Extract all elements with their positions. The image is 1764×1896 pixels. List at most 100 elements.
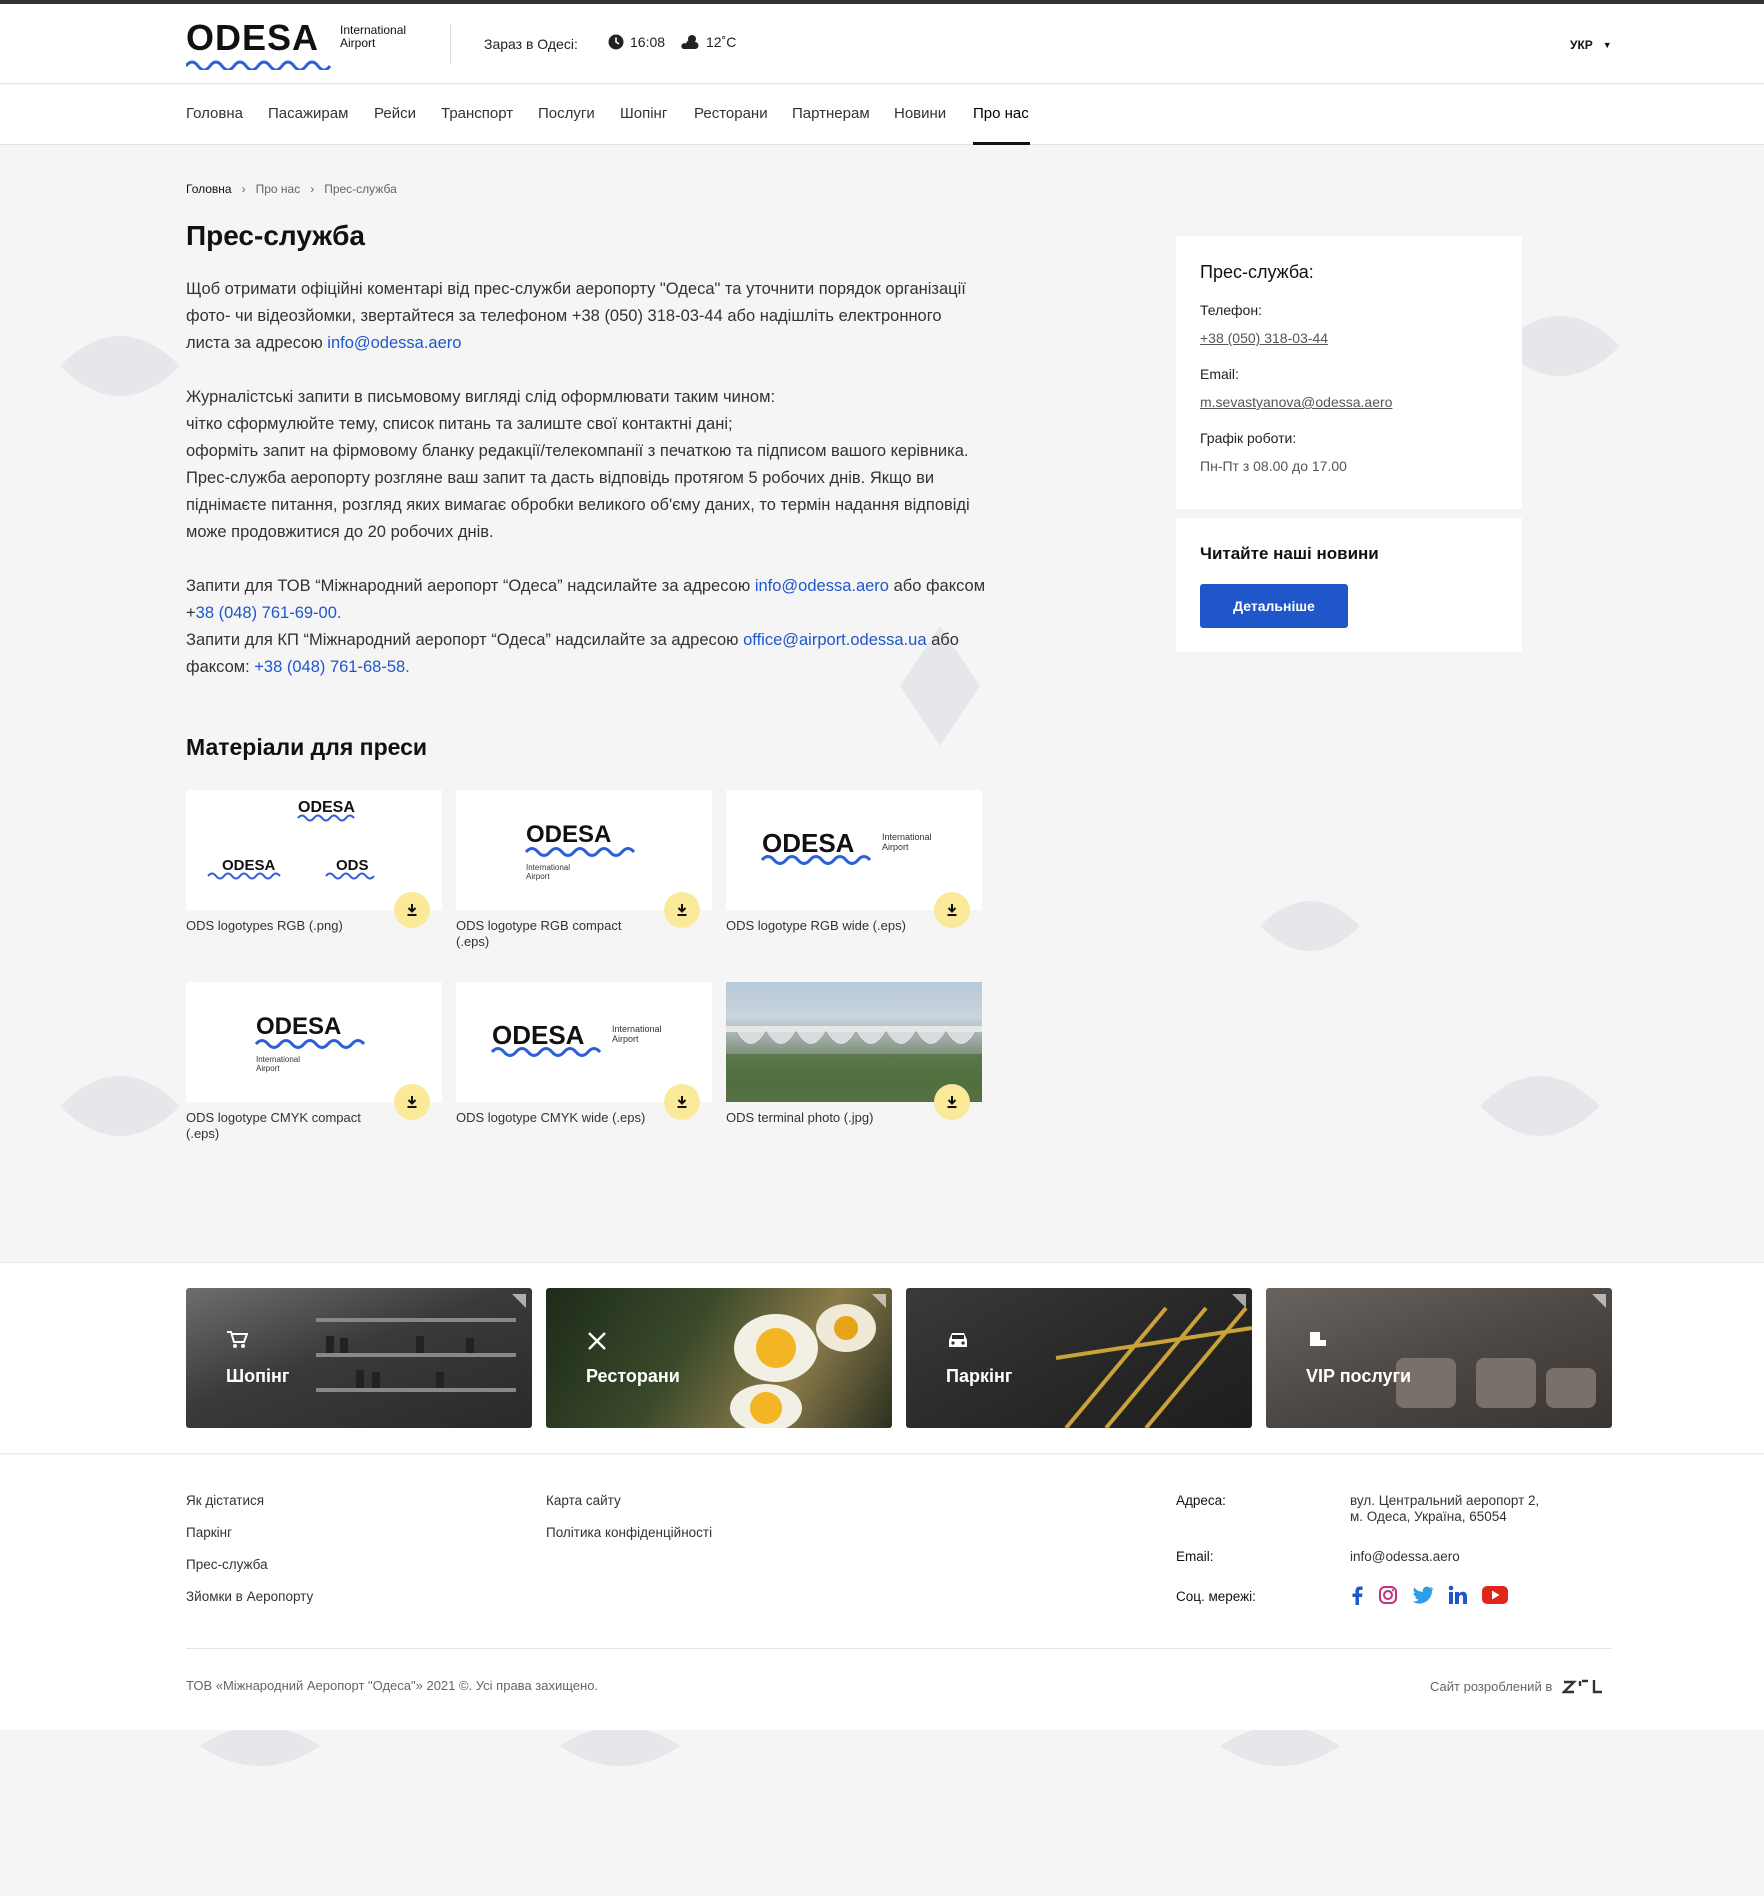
svg-text:International: International bbox=[526, 863, 570, 872]
page-title: Прес-служба bbox=[186, 220, 365, 251]
nav-item-transport[interactable]: Транспорт bbox=[441, 105, 513, 122]
nav-active-indicator bbox=[973, 142, 1030, 145]
breadcrumb-about[interactable]: Про нас bbox=[256, 182, 301, 196]
promo-label: Ресторани bbox=[586, 1366, 680, 1386]
chevron-right-icon: › bbox=[310, 182, 315, 196]
odesa-logo[interactable]: ODESA International Airport bbox=[186, 18, 426, 72]
nav-item-about[interactable]: Про нас bbox=[973, 105, 1029, 122]
chevron-down-icon: ▼ bbox=[1602, 40, 1612, 50]
download-icon[interactable] bbox=[394, 1084, 430, 1120]
logo-wordmark: ODESA bbox=[186, 17, 320, 58]
download-icon[interactable] bbox=[664, 892, 700, 928]
material-label: ODS logotype CMYK wide (.eps) bbox=[456, 1110, 646, 1125]
svg-text:ODESA: ODESA bbox=[526, 821, 611, 848]
car-icon bbox=[949, 1333, 967, 1347]
svg-text:ODESA: ODESA bbox=[762, 828, 855, 858]
svg-text:International: International bbox=[882, 832, 932, 842]
nav-item-restaurants[interactable]: Ресторани bbox=[694, 105, 768, 122]
intro-paragraph: Щоб отримати офіційні коментарі від прес… bbox=[186, 280, 966, 352]
material-thumbnail: ODESA International Airport bbox=[456, 790, 712, 910]
download-icon[interactable] bbox=[934, 892, 970, 928]
material-card[interactable]: ODESA International Airport ODS logotype… bbox=[456, 790, 712, 950]
footer: Як дістатися Паркінг Прес-служба Зйомки … bbox=[0, 1455, 1764, 1730]
nav-item-passengers[interactable]: Пасажирам bbox=[268, 105, 348, 122]
kp-email-link[interactable]: office@airport.odessa.ua bbox=[743, 631, 926, 649]
svg-text:ODESA: ODESA bbox=[298, 799, 355, 816]
nav-item-shopping[interactable]: Шопінг bbox=[620, 105, 667, 122]
material-card[interactable]: ODESA ODESA ODS ODS logotypes RGB (.png) bbox=[186, 790, 442, 934]
material-card[interactable]: ODESA International Airport ODS logotype… bbox=[186, 982, 442, 1142]
cart-icon bbox=[227, 1331, 248, 1348]
nav-item-partners[interactable]: Партнерам bbox=[792, 105, 870, 122]
email-link[interactable]: m.sevastyanova@odessa.aero bbox=[1200, 394, 1392, 410]
logo-compact-preview: ODESA International Airport bbox=[524, 821, 636, 881]
material-thumbnail: ODESA International Airport bbox=[456, 982, 712, 1102]
social-label: Соц. мережі: bbox=[1176, 1589, 1256, 1604]
promo-parking[interactable]: Паркінг bbox=[906, 1288, 1252, 1428]
vip-seat-icon bbox=[1310, 1332, 1326, 1346]
download-icon[interactable] bbox=[934, 1084, 970, 1120]
nav-item-news[interactable]: Новини bbox=[894, 105, 946, 122]
material-card[interactable]: ODESA International Airport ODS logotype… bbox=[726, 790, 982, 934]
tov-email-link[interactable]: info@odessa.aero bbox=[755, 577, 889, 595]
download-icon[interactable] bbox=[394, 892, 430, 928]
nav-item-home[interactable]: Головна bbox=[186, 105, 243, 122]
hours-value: Пн-Пт з 08.00 до 17.00 bbox=[1200, 458, 1347, 474]
svg-text:International: International bbox=[612, 1024, 662, 1034]
promo-band: Шопінг Ресторани Паркінг VIP послуги bbox=[0, 1262, 1764, 1454]
language-selector[interactable]: УКР ▼ bbox=[1570, 38, 1612, 52]
developer-credit[interactable]: Сайт розроблений в bbox=[1430, 1678, 1604, 1694]
instagram-icon[interactable] bbox=[1378, 1585, 1398, 1605]
promo-vip[interactable]: VIP послуги bbox=[1266, 1288, 1612, 1428]
info-email-link[interactable]: info@odessa.aero bbox=[327, 334, 461, 352]
breadcrumb: Головна › Про нас › Прес-служба bbox=[186, 182, 397, 196]
kp-fax-link[interactable]: +38 (048) 761-68-58. bbox=[254, 658, 410, 676]
material-label: ODS logotype CMYK compact (.eps) bbox=[186, 1110, 361, 1141]
material-label: ODS logotype RGB compact (.eps) bbox=[456, 918, 622, 949]
footer-link-sitemap[interactable]: Карта сайту bbox=[546, 1493, 621, 1508]
promo-restaurants[interactable]: Ресторани bbox=[546, 1288, 892, 1428]
svg-text:ODS: ODS bbox=[336, 857, 369, 874]
breadcrumb-home[interactable]: Головна bbox=[186, 182, 232, 196]
footer-email-link[interactable]: info@odessa.aero bbox=[1350, 1549, 1460, 1565]
material-card[interactable]: ODS terminal photo (.jpg) bbox=[726, 982, 982, 1126]
footer-link-filming[interactable]: Зйомки в Аеропорту bbox=[186, 1589, 313, 1604]
footer-divider bbox=[186, 1648, 1612, 1649]
download-icon[interactable] bbox=[664, 1084, 700, 1120]
linkedin-icon[interactable] bbox=[1448, 1585, 1468, 1605]
youtube-icon[interactable] bbox=[1482, 1586, 1508, 1604]
svg-text:Airport: Airport bbox=[882, 842, 909, 852]
footer-link-directions[interactable]: Як дістатися bbox=[186, 1493, 264, 1508]
breadcrumb-current: Прес-служба bbox=[324, 182, 397, 196]
hours-label: Графік роботи: bbox=[1200, 430, 1297, 446]
footer-link-privacy[interactable]: Політика конфіденційності bbox=[546, 1525, 712, 1540]
facebook-icon[interactable] bbox=[1350, 1585, 1364, 1605]
footer-link-press[interactable]: Прес-служба bbox=[186, 1557, 268, 1572]
logo-waves-icon bbox=[186, 60, 332, 70]
local-time: 16:08 bbox=[608, 34, 665, 50]
local-weather: 12˚C bbox=[680, 34, 736, 50]
email-label: Email: bbox=[1200, 366, 1239, 382]
nav-item-flights[interactable]: Рейси bbox=[374, 105, 416, 122]
logo-cmyk-wide-preview: ODESA International Airport bbox=[490, 1020, 662, 1057]
twitter-icon[interactable] bbox=[1412, 1586, 1434, 1604]
svg-text:ODESA: ODESA bbox=[492, 1020, 585, 1050]
footer-link-parking[interactable]: Паркінг bbox=[186, 1525, 232, 1540]
corner-marker bbox=[1592, 1294, 1606, 1308]
main-nav: Головна Пасажирам Рейси Транспорт Послуг… bbox=[0, 85, 1764, 145]
nav-item-services[interactable]: Послуги bbox=[538, 105, 595, 122]
material-label: ODS logotype RGB wide (.eps) bbox=[726, 918, 906, 933]
parking-lines-illustration bbox=[1055, 1306, 1252, 1428]
phone-label: Телефон: bbox=[1200, 302, 1262, 318]
material-card[interactable]: ODESA International Airport ODS logotype… bbox=[456, 982, 712, 1126]
tov-fax-link[interactable]: 38 (048) 761-69-00. bbox=[196, 604, 342, 622]
news-card: Читайте наші новини Детальніше bbox=[1176, 518, 1522, 652]
svg-text:ODESA: ODESA bbox=[222, 857, 276, 874]
promo-shopping[interactable]: Шопінг bbox=[186, 1288, 532, 1428]
social-links bbox=[1350, 1585, 1508, 1605]
terminal-photo bbox=[726, 982, 982, 1102]
shop-shelves-illustration bbox=[316, 1318, 516, 1392]
details-button[interactable]: Детальніше bbox=[1200, 584, 1348, 628]
phone-link[interactable]: +38 (050) 318-03-44 bbox=[1200, 330, 1328, 346]
chevron-right-icon: › bbox=[241, 182, 246, 196]
